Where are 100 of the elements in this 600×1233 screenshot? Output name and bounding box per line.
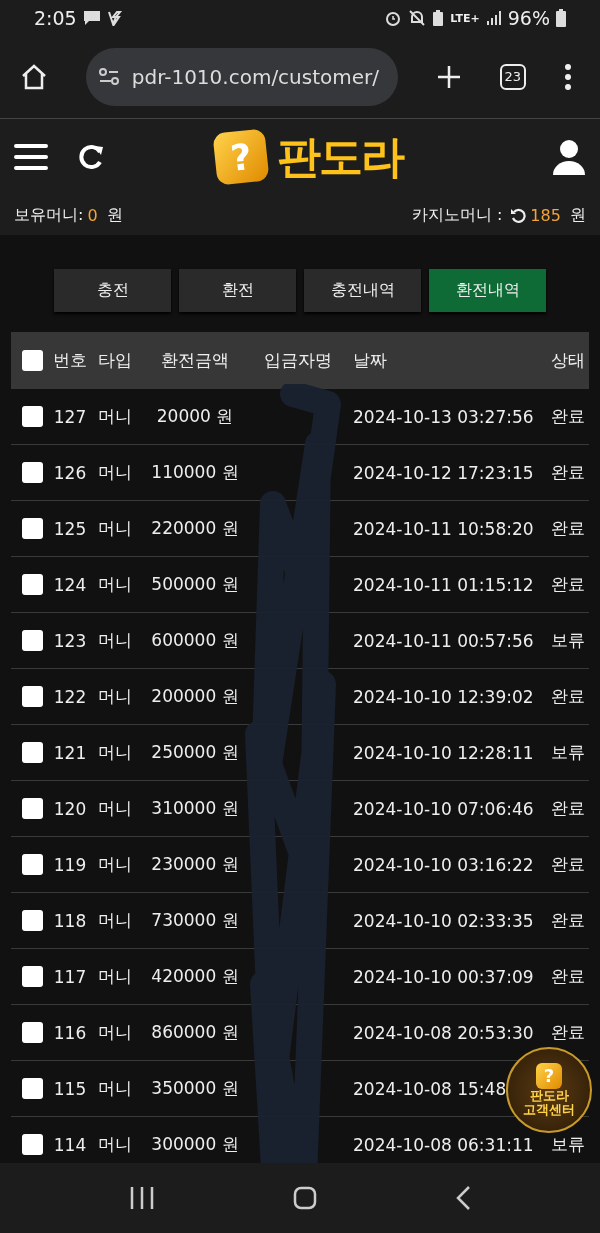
table-cell: 보류	[551, 742, 585, 762]
logo[interactable]: ? 판도라	[215, 127, 443, 187]
table-cell-text: 120	[52, 798, 88, 819]
table-cell-text: 머니	[97, 909, 133, 932]
column-header: 환전금액	[160, 349, 230, 372]
table-cell: 완료	[551, 574, 585, 594]
table-cell-text: 머니	[97, 741, 133, 764]
tab[interactable]: 환전내역	[429, 269, 546, 312]
table-cell-text: 2024-10-08 15:48	[352, 1078, 508, 1099]
table-cell-text: 117	[52, 966, 88, 987]
table-cell-text: 860000 원	[150, 1021, 240, 1044]
checkbox[interactable]	[22, 1134, 43, 1155]
table-cell-text: 250000 원	[150, 741, 240, 764]
table-cell-text: 420000 원	[150, 965, 240, 988]
table-cell-text: 200000 원	[150, 685, 240, 708]
table-cell-text: 125	[52, 518, 88, 539]
column-header: 상태	[550, 349, 586, 372]
menu-icon[interactable]	[14, 143, 48, 171]
checkbox[interactable]	[22, 630, 43, 651]
table-cell: 보류	[551, 630, 585, 650]
table-cell: 완료	[551, 518, 585, 538]
battery-icon	[556, 9, 566, 27]
checkbox[interactable]	[22, 462, 43, 483]
checkbox[interactable]	[22, 350, 43, 371]
table-cell-text: 머니	[97, 685, 133, 708]
table-cell-text: 2024-10-10 12:39:02	[352, 686, 530, 707]
checkbox[interactable]	[22, 854, 43, 875]
table-cell-text: 116	[52, 1022, 88, 1043]
table-cell-text: 20000 원	[155, 405, 235, 428]
recent-apps-icon[interactable]	[129, 1186, 155, 1210]
table-cell-text: 730000 원	[150, 909, 240, 932]
table-cell-text: 124	[52, 574, 88, 595]
table-cell: 완료	[551, 798, 585, 818]
refresh-icon[interactable]	[78, 143, 106, 171]
back-icon[interactable]	[455, 1185, 471, 1211]
table-cell: 완료	[551, 966, 585, 986]
table-cell-text: 114	[52, 1134, 88, 1155]
table-cell-text: 600000 원	[150, 629, 240, 652]
network-label: LTE+	[450, 11, 480, 25]
site-settings-icon[interactable]	[97, 68, 120, 86]
table-cell-text: 220000 원	[150, 517, 240, 540]
column-header: 입금자명	[262, 349, 333, 372]
balance-text: 보유머니: 0 원	[14, 204, 123, 226]
table-cell-text: 127	[52, 406, 88, 427]
table-cell: 완료	[551, 854, 585, 874]
table-cell-text: 머니	[97, 1133, 133, 1156]
address-bar[interactable]: pdr-1010.com/customer/	[85, 48, 398, 106]
support-badge[interactable]: ? 판도라 고객센터	[506, 1047, 592, 1133]
battery-percent: 96%	[507, 7, 550, 29]
checkbox[interactable]	[22, 910, 43, 931]
mute-icon	[408, 9, 427, 27]
column-header: 타입	[97, 349, 133, 372]
table-cell-text: 119	[52, 854, 88, 875]
checkbox[interactable]	[22, 574, 43, 595]
table-cell: 보류	[551, 1134, 585, 1154]
lightning-icon	[106, 10, 123, 26]
checkbox[interactable]	[22, 742, 43, 763]
signal-icon	[485, 10, 502, 26]
table-cell: 완료	[551, 462, 585, 482]
checkbox[interactable]	[22, 1022, 43, 1043]
table-cell-text: 2024-10-10 12:28:11	[352, 742, 530, 763]
table-cell-text: 머니	[97, 573, 133, 596]
table-cell: 완료	[551, 1022, 585, 1042]
table-cell-text: 머니	[97, 1021, 133, 1044]
table-cell-text: 2024-10-12 17:23:15	[352, 462, 530, 483]
home-button-icon[interactable]	[293, 1186, 317, 1210]
table-cell-text: 118	[52, 910, 88, 931]
table-cell-text: 머니	[97, 517, 133, 540]
table-cell: 완료	[551, 686, 585, 706]
table-cell-text: 머니	[97, 405, 133, 428]
checkbox[interactable]	[22, 518, 43, 539]
tab[interactable]: 충전내역	[304, 269, 421, 312]
checkbox[interactable]	[22, 406, 43, 427]
new-tab-icon[interactable]	[435, 64, 462, 90]
tab[interactable]: 환전	[179, 269, 296, 312]
table-cell-text: 350000 원	[150, 1077, 240, 1100]
table-cell-text: 123	[52, 630, 88, 651]
message-icon	[82, 10, 101, 26]
checkbox[interactable]	[22, 966, 43, 987]
table-cell-text: 머니	[97, 965, 133, 988]
balance-text: 카지노머니 : 185 원	[411, 204, 586, 226]
checkbox[interactable]	[22, 1078, 43, 1099]
table-cell-text: 머니	[97, 853, 133, 876]
table-cell-text: 2024-10-08 06:31:11	[352, 1134, 530, 1155]
tab[interactable]: 충전	[54, 269, 171, 312]
table-cell-text: 121	[52, 742, 88, 763]
menu-icon[interactable]	[564, 64, 572, 90]
table-cell-text: 300000 원	[150, 1133, 240, 1156]
table-cell: 완료	[551, 910, 585, 930]
table-cell-text: 머니	[97, 1077, 133, 1100]
alarm-icon	[384, 9, 403, 27]
home-icon[interactable]	[20, 63, 48, 91]
table-cell-text: 126	[52, 462, 88, 483]
checkbox[interactable]	[22, 798, 43, 819]
checkbox[interactable]	[22, 686, 43, 707]
user-icon[interactable]	[552, 139, 586, 175]
table-cell-text: 500000 원	[150, 573, 240, 596]
table-cell-text: 310000 원	[150, 797, 240, 820]
tab-count[interactable]: 23	[499, 64, 527, 90]
refresh-icon[interactable]	[510, 207, 527, 223]
